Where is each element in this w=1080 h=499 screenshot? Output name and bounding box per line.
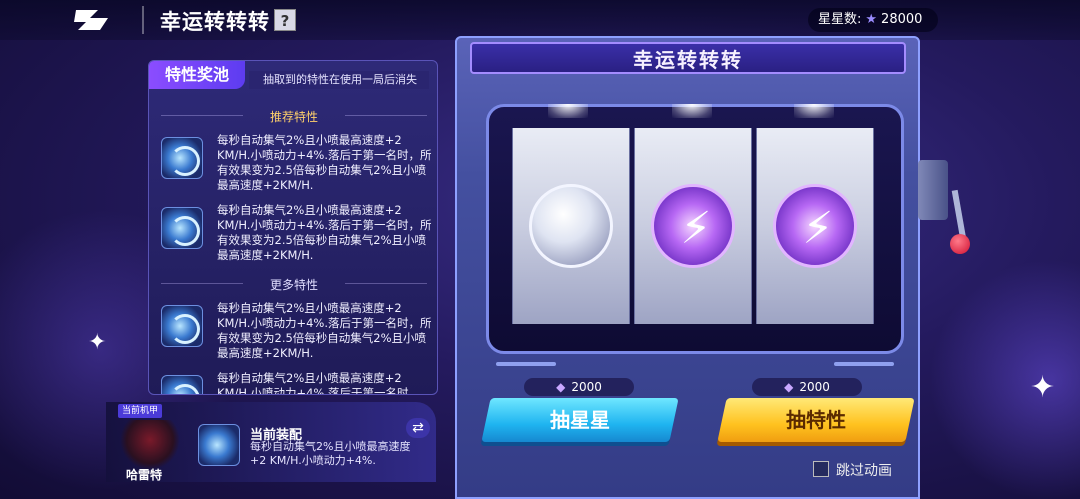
trait-desc: 每秒自动集气2%且小喷最高速度+2 KM/H.小喷动力+4%.落后于第一名时，所… [217,301,432,360]
trait-icon [161,305,203,347]
trait-desc: 每秒自动集气2%且小喷最高速度+2 KM/H.小喷动力+4%.落后于第一名时，所… [217,133,432,192]
page-title: 幸运转转转 [160,10,270,34]
mech-avatar[interactable] [120,420,180,470]
panel-title: 特性奖池 [149,61,245,89]
panel-header: 抽取到的特性在使用一局后消失 特性奖池 [149,61,437,91]
purple-bolt-orb-icon: ⚡ [651,184,735,268]
reel-2: ⚡ [634,128,752,324]
current-mech-badge: 当前机甲 [118,404,162,418]
trait-icon [161,137,203,179]
trait-desc: 每秒自动集气2%且小喷最高速度+2 KM/H.小喷动力+4%.落后于第一名时 [217,371,409,395]
lamp-icon [672,104,712,118]
lamp-icon [548,104,588,118]
more-title: 更多特性 [269,278,318,292]
sparkle-icon: ✦ [88,330,107,355]
cost-left: ◆ 2000 [524,378,634,396]
stars-value: 28000 [881,12,923,27]
panel-note: 抽取到的特性在使用一局后消失 [249,71,429,89]
lever-knob-icon[interactable] [950,234,970,254]
back-logo-icon[interactable] [72,6,118,34]
swap-icon[interactable]: ⇄ [406,418,430,438]
draw-trait-button[interactable]: 抽特性 [717,398,915,442]
trait-icon [161,207,203,249]
lever-base [918,160,948,220]
list-item[interactable]: 每秒自动集气2%且小喷最高速度+2 KM/H.小喷动力+4%.落后于第一名时，所… [161,301,431,371]
stars-label: 星星数: [818,12,862,27]
machine-title: 幸运转转转 [633,48,743,72]
draw-stars-button[interactable]: 抽星星 [481,398,679,442]
list-item[interactable]: 每秒自动集气2%且小喷最高速度+2 KM/H.小喷动力+4%.落后于第一名时，所… [161,203,431,273]
draw-trait-label: 抽特性 [786,408,846,432]
lamp-icon [794,104,834,118]
mech-name: 哈雷特 [126,468,163,482]
list-item[interactable]: 每秒自动集气2%且小喷最高速度+2 KM/H.小喷动力+4%.落后于第一名时，所… [161,133,431,203]
cost-left-value: 2000 [571,380,602,394]
star-count: 星星数: ★ 28000 [808,8,938,32]
trait-pool-panel[interactable]: 抽取到的特性在使用一局后消失 特性奖池 推荐特性 每秒自动集气2%且小喷最高速度… [148,60,438,395]
machine-grill [486,356,904,374]
divider [142,6,144,34]
trait-icon [161,375,203,394]
gem-icon: ◆ [556,380,566,394]
white-orb-icon [529,184,613,268]
draw-stars-label: 抽星星 [550,408,610,432]
trait-desc: 每秒自动集气2%且小喷最高速度+2 KM/H.小喷动力+4%.落后于第一名时，所… [217,203,432,262]
help-button[interactable]: ? [274,9,296,31]
sparkle-icon: ✦ [1030,370,1056,405]
purple-bolt-orb-icon: ⚡ [773,184,857,268]
gem-icon: ◆ [784,380,794,394]
cost-right-value: 2000 [799,380,830,394]
skip-animation-label[interactable]: 跳过动画 [836,460,892,480]
cost-right: ◆ 2000 [752,378,862,396]
list-item[interactable]: 每秒自动集气2%且小喷最高速度+2 KM/H.小喷动力+4%.落后于第一名时 [161,371,431,395]
reel-1 [512,128,630,324]
equipped-trait-icon [198,424,240,466]
recommended-title: 推荐特性 [269,110,318,124]
reel-3: ⚡ [756,128,874,324]
skip-animation-checkbox[interactable] [813,461,829,477]
star-icon: ★ [865,12,878,27]
equip-desc: 每秒自动集气2%且小喷最高速度+2 KM/H.小喷动力+4%. [250,440,411,467]
